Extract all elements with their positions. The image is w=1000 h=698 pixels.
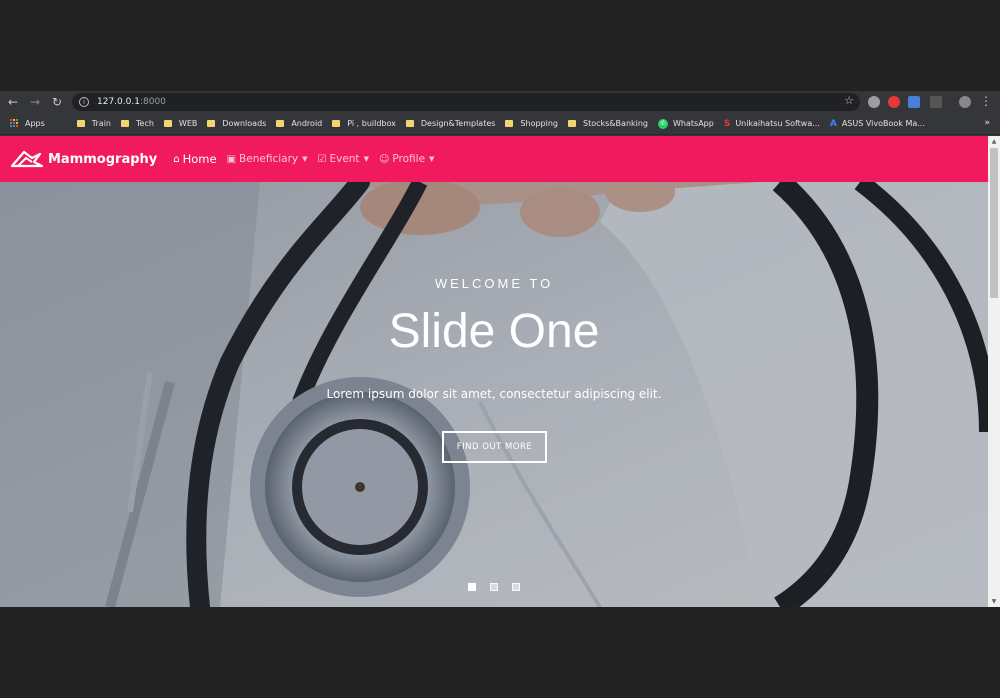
bookmark-label: ASUS VivoBook Ma... bbox=[841, 119, 925, 128]
scroll-down-icon[interactable]: ▼ bbox=[990, 598, 998, 605]
bookmark-label: Android bbox=[291, 119, 323, 128]
bookmark-folder-stocks-banking[interactable]: Stocks&Banking bbox=[568, 119, 648, 128]
brand-name: Mammography bbox=[48, 151, 158, 167]
nav-beneficiary-dropdown[interactable]: ▣ Beneficiary ▼ bbox=[227, 153, 308, 165]
bookmark-folder-pi-buildbox[interactable]: Pi , buildbox bbox=[332, 119, 396, 128]
bookmark-folder-downloads[interactable]: Downloads bbox=[207, 119, 266, 128]
asus-icon: A bbox=[829, 118, 837, 129]
url-text[interactable]: 127.0.0.1:8000 bbox=[97, 97, 166, 107]
bookmark-label: WhatsApp bbox=[673, 119, 714, 128]
nav-event-dropdown[interactable]: ☑ Event ▼ bbox=[318, 153, 369, 165]
carousel-indicator[interactable] bbox=[468, 583, 476, 591]
hero-title: Slide One bbox=[388, 305, 600, 358]
site-info-icon[interactable]: i bbox=[79, 97, 89, 107]
hero-carousel: WELCOME TO Slide One Lorem ipsum dolor s… bbox=[0, 182, 988, 607]
bookmark-star-icon[interactable]: ☆ bbox=[844, 94, 854, 107]
nav-profile-label: Profile bbox=[392, 153, 426, 165]
url-port: :8000 bbox=[139, 97, 166, 107]
caret-down-icon: ▼ bbox=[302, 155, 308, 163]
folder-icon bbox=[163, 120, 172, 127]
whatsapp-icon: ✆ bbox=[658, 118, 669, 129]
bookmark-whatsapp[interactable]: ✆ WhatsApp bbox=[658, 118, 714, 129]
hero-eyebrow: WELCOME TO bbox=[434, 276, 554, 291]
calendar-check-icon: ☑ bbox=[317, 153, 327, 165]
forward-arrow-icon[interactable]: → bbox=[26, 93, 44, 111]
hero-subtitle: Lorem ipsum dolor sit amet, consectetur … bbox=[326, 387, 662, 401]
screen-frame: ← → ↻ i 127.0.0.1:8000 ☆ ⋮ Apps Train Te… bbox=[0, 0, 1000, 698]
url-host: 127.0.0.1 bbox=[97, 97, 140, 107]
bookmark-label: Shopping bbox=[520, 119, 558, 128]
bed-icon: ▣ bbox=[226, 153, 237, 165]
carousel-indicator[interactable] bbox=[512, 583, 520, 591]
bookmark-folder-train[interactable]: Train bbox=[76, 119, 111, 128]
home-icon: ⌂ bbox=[173, 153, 180, 165]
apps-grid-icon bbox=[10, 119, 19, 128]
translate-extension-icon[interactable] bbox=[908, 96, 920, 108]
bookmark-asus[interactable]: A ASUS VivoBook Ma... bbox=[830, 119, 925, 129]
folder-icon bbox=[76, 120, 85, 127]
folder-icon bbox=[505, 120, 514, 127]
folder-icon bbox=[276, 120, 285, 127]
mammography-logo-icon bbox=[10, 150, 44, 168]
nav-beneficiary-label: Beneficiary bbox=[239, 153, 299, 165]
find-out-more-button[interactable]: FIND OUT MORE bbox=[442, 431, 547, 463]
user-circle-icon: ☺ bbox=[378, 153, 390, 165]
folder-icon bbox=[568, 120, 576, 127]
caret-down-icon: ▼ bbox=[429, 155, 435, 163]
page-scrollbar[interactable]: ▲ ▼ bbox=[988, 136, 1000, 607]
bookmark-label: Apps bbox=[25, 119, 45, 128]
bookmark-label: Unikaihatsu Softwa... bbox=[735, 119, 820, 128]
brand-link[interactable]: Mammography bbox=[10, 148, 157, 170]
bookmark-folder-shopping[interactable]: Shopping bbox=[505, 119, 558, 128]
bookmark-unikaihatsu[interactable]: S Unikaihatsu Softwa... bbox=[724, 119, 820, 129]
bookmark-label: Downloads bbox=[222, 119, 267, 128]
avatar[interactable] bbox=[959, 96, 971, 108]
bookmark-folder-design-templates[interactable]: Design&Templates bbox=[405, 119, 496, 128]
unikaihatsu-icon: S bbox=[723, 118, 731, 129]
nav-event-label: Event bbox=[329, 153, 360, 165]
bookmark-label: Tech bbox=[136, 119, 154, 128]
bookmark-apps[interactable]: Apps bbox=[10, 119, 45, 128]
bookmark-folder-tech[interactable]: Tech bbox=[121, 119, 154, 128]
extension-icon[interactable] bbox=[888, 96, 900, 108]
bookmark-label: Stocks&Banking bbox=[583, 119, 649, 128]
nav-home[interactable]: ⌂ Home bbox=[173, 152, 216, 166]
bookmarks-bar: Apps Train Tech WEB Downloads Android Pi… bbox=[0, 113, 1000, 135]
browser-window: ← → ↻ i 127.0.0.1:8000 ☆ ⋮ Apps Train Te… bbox=[0, 91, 1000, 607]
nav-home-label: Home bbox=[182, 152, 217, 166]
carousel-indicators bbox=[468, 583, 534, 591]
folder-icon bbox=[332, 120, 341, 127]
site-navbar: Mammography ⌂ Home ▣ Beneficiary ▼ ☑ Eve… bbox=[0, 136, 988, 182]
scroll-up-icon[interactable]: ▲ bbox=[990, 138, 998, 145]
bookmark-folder-web[interactable]: WEB bbox=[163, 119, 198, 128]
caret-down-icon: ▼ bbox=[363, 155, 369, 163]
bookmark-label: Train bbox=[91, 119, 111, 128]
bookmark-label: WEB bbox=[178, 119, 198, 128]
bookmark-label: Design&Templates bbox=[420, 119, 496, 128]
browser-toolbar: ← → ↻ i 127.0.0.1:8000 ☆ ⋮ bbox=[0, 91, 1000, 113]
folder-icon bbox=[207, 120, 216, 127]
folder-icon bbox=[121, 120, 129, 127]
bookmark-label: Pi , buildbox bbox=[347, 119, 396, 128]
address-bar[interactable]: i 127.0.0.1:8000 ☆ bbox=[72, 93, 860, 111]
extension-icon[interactable] bbox=[868, 96, 880, 108]
page-viewport: Mammography ⌂ Home ▣ Beneficiary ▼ ☑ Eve… bbox=[0, 136, 988, 607]
folder-icon bbox=[405, 120, 414, 127]
carousel-indicator[interactable] bbox=[490, 583, 498, 591]
nav-profile-dropdown[interactable]: ☺ Profile ▼ bbox=[379, 153, 434, 165]
reload-icon[interactable]: ↻ bbox=[48, 93, 66, 111]
bookmark-folder-android[interactable]: Android bbox=[276, 119, 322, 128]
scrollbar-thumb[interactable] bbox=[990, 148, 998, 298]
menu-dots-icon[interactable]: ⋮ bbox=[980, 94, 992, 108]
back-arrow-icon[interactable]: ← bbox=[4, 93, 22, 111]
more-bookmarks-icon[interactable]: » bbox=[984, 118, 990, 128]
extension-icon[interactable] bbox=[930, 96, 942, 108]
